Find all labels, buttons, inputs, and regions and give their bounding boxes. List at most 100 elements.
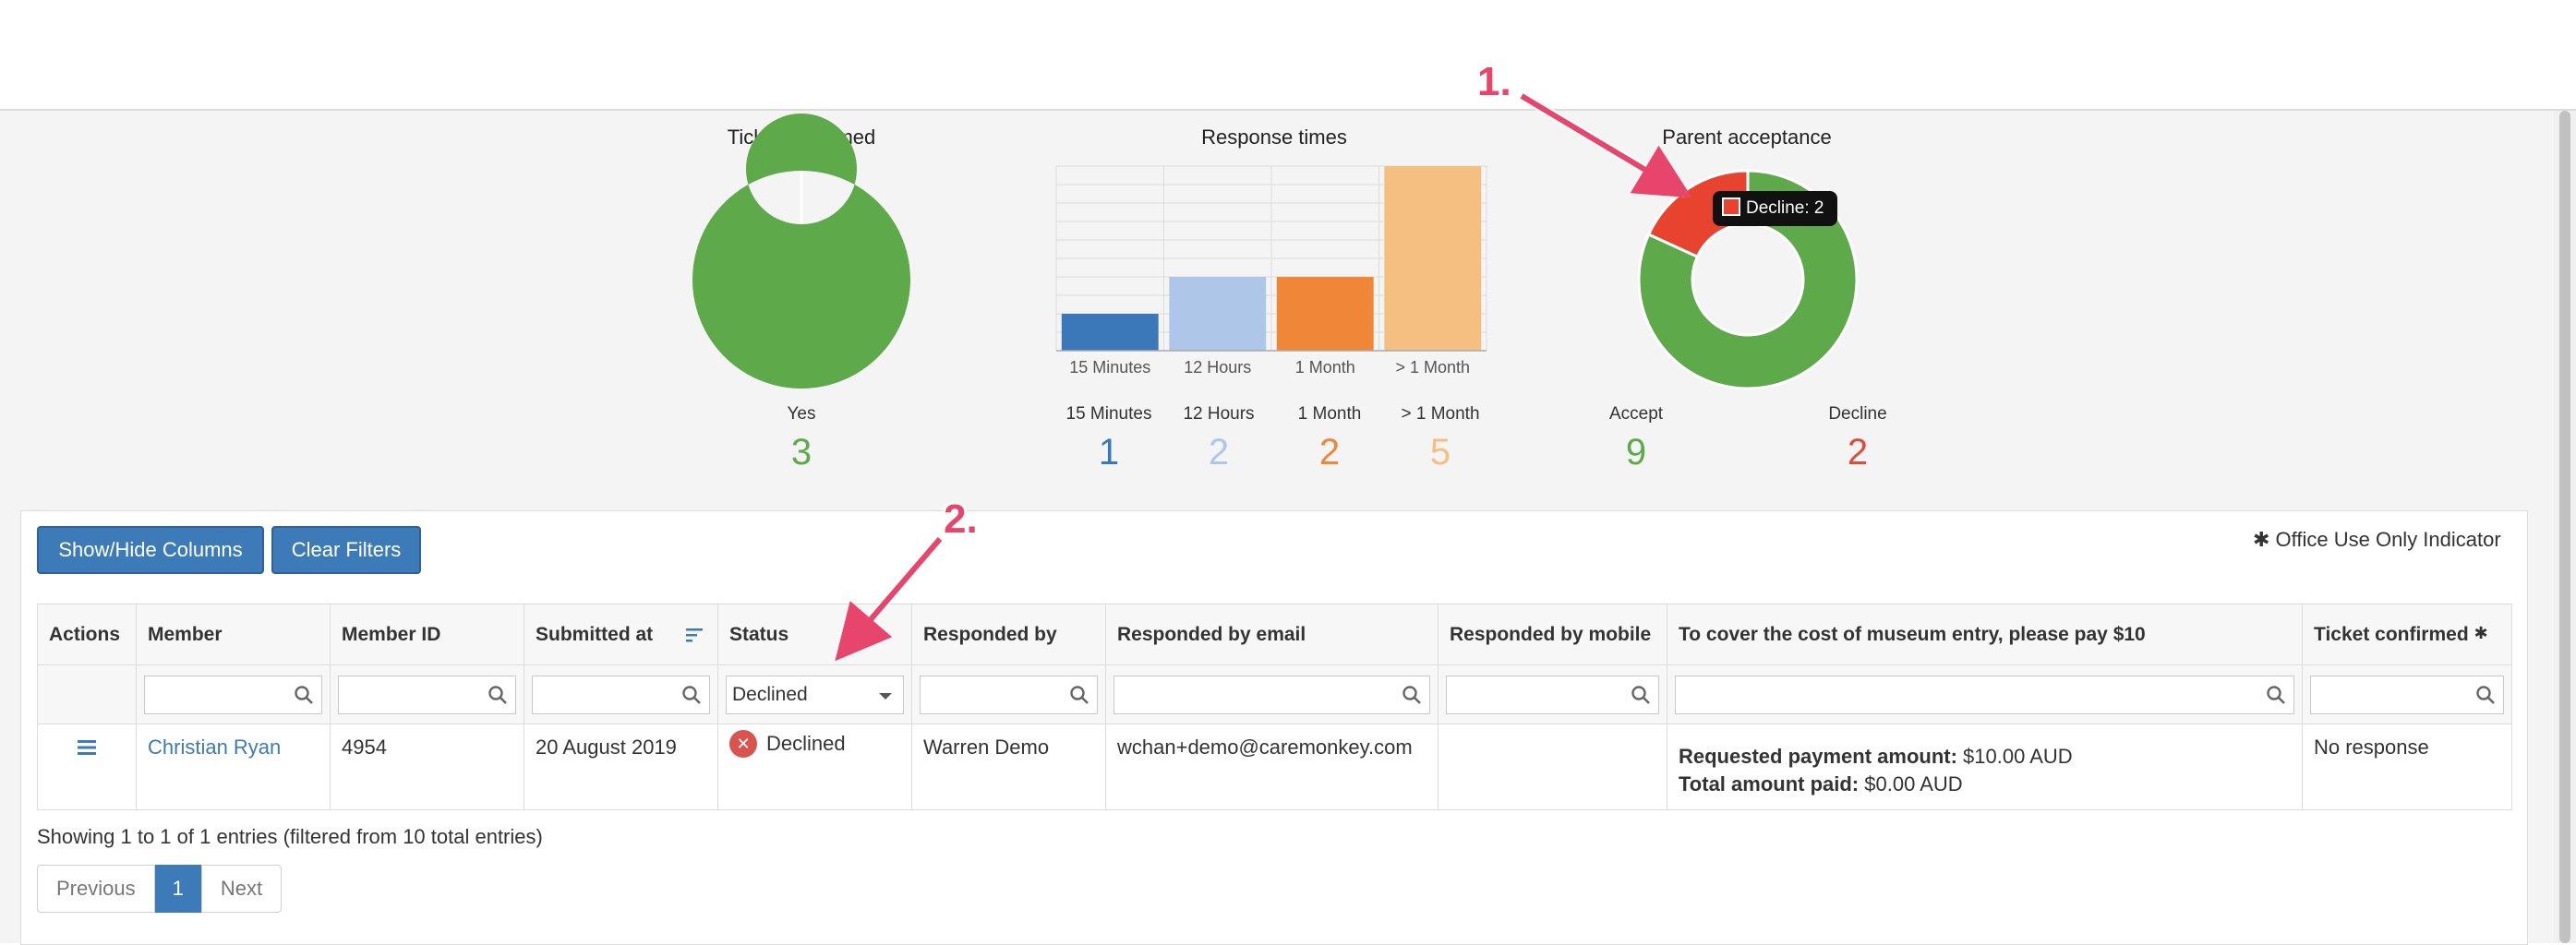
search-icon	[682, 685, 701, 704]
filter-status-select[interactable]: Declined	[726, 675, 904, 714]
payment-requested-label: Requested payment amount:	[1679, 745, 1957, 768]
search-icon	[1631, 685, 1650, 704]
header-responded-by[interactable]: Responded by	[911, 604, 1106, 665]
row-responded-mobile	[1438, 724, 1667, 810]
declined-status-icon: ✕	[729, 730, 757, 758]
filter-member-input[interactable]	[144, 675, 322, 714]
payment-paid-value: $0.00 AUD	[1859, 772, 1963, 795]
header-member[interactable]: Member	[136, 604, 331, 665]
response-summary-label-1: 12 Hours	[1183, 404, 1255, 424]
sort-descending-icon[interactable]	[684, 625, 704, 645]
payment-requested-value: $10.00 AUD	[1956, 745, 2073, 768]
header-museum-payment[interactable]: To cover the cost of museum entry, pleas…	[1667, 604, 2303, 665]
search-icon	[1070, 685, 1089, 704]
row-museum-payment-cell: Requested payment amount: $10.00 AUD Tot…	[1667, 724, 2303, 810]
chevron-down-icon	[879, 692, 892, 700]
annotation-number-1: 1.	[1477, 59, 1511, 104]
response-summary-value-2: 2	[1318, 432, 1341, 472]
scrollbar-thumb[interactable]	[2559, 111, 2570, 943]
header-actions[interactable]: Actions	[37, 604, 137, 665]
header-status[interactable]: Status	[717, 604, 912, 665]
bar-tick-label-0[interactable]: 15 Minutes	[1069, 358, 1150, 377]
accept-label: Accept	[1608, 404, 1664, 424]
row-member-id: 4954	[330, 724, 524, 810]
tooltip-swatch	[1722, 197, 1740, 216]
filter-status-value: Declined	[732, 683, 808, 705]
payment-paid-label: Total amount paid:	[1679, 772, 1860, 795]
response-summary-label-2: 1 Month	[1297, 404, 1362, 424]
filter-member-id-cell	[330, 664, 524, 724]
filter-ticket-cell	[2302, 664, 2512, 724]
decline-value: 2	[1847, 432, 1869, 472]
filter-member-id-input[interactable]	[338, 675, 516, 714]
bar-0[interactable]	[1061, 314, 1159, 351]
member-link[interactable]: Christian Ryan	[148, 736, 281, 759]
ticket-confirmed-yes-value: 3	[790, 432, 813, 472]
bar-tick-label-2[interactable]: 1 Month	[1295, 358, 1355, 377]
filter-responded-by-cell	[911, 664, 1106, 724]
office-use-asterisk-icon: ✱	[2474, 623, 2488, 642]
office-use-indicator: ✱ Office Use Only Indicator	[2253, 528, 2501, 551]
menu-icon[interactable]	[76, 737, 98, 758]
page-scrollbar[interactable]	[2554, 111, 2576, 943]
table-filter-row: Declined	[37, 664, 2512, 724]
row-submitted-at: 20 August 2019	[524, 724, 718, 810]
ticket-confirmed-yes-label: Yes	[787, 404, 816, 424]
filter-responded-mobile-input[interactable]	[1446, 675, 1659, 714]
row-member-cell: Christian Ryan	[136, 724, 331, 810]
top-bar	[0, 0, 2576, 111]
filter-museum-input[interactable]	[1675, 675, 2294, 714]
header-responded-mobile[interactable]: Responded by mobile	[1438, 604, 1667, 665]
bar-tick-label-3[interactable]: > 1 Month	[1395, 358, 1470, 377]
bar-2[interactable]	[1276, 277, 1374, 351]
header-ticket-confirmed-label: Ticket confirmed	[2314, 623, 2469, 645]
filter-member-cell	[136, 664, 331, 724]
filter-status-cell: Declined	[717, 664, 912, 724]
page-1-button[interactable]: 1	[154, 865, 201, 913]
response-summary-value-0: 1	[1098, 432, 1120, 472]
status-badge: Declined	[766, 732, 846, 755]
header-submitted-at[interactable]: Submitted at	[524, 604, 718, 665]
payment-paid-line: Total amount paid: $0.00 AUD	[1679, 771, 2291, 798]
show-hide-columns-button[interactable]: Show/Hide Columns	[37, 526, 264, 574]
filter-submitted-input[interactable]	[532, 675, 710, 714]
response-summary-label-0: 15 Minutes	[1065, 404, 1152, 424]
filter-responded-by-input[interactable]	[920, 675, 1098, 714]
row-ticket-confirmed: No response	[2302, 724, 2512, 810]
decline-label: Decline	[1828, 404, 1887, 424]
payment-requested-line: Requested payment amount: $10.00 AUD	[1679, 743, 2291, 771]
search-icon	[488, 685, 507, 704]
response-times-bar-chart[interactable]: 15 Minutes 12 Hours 1 Month > 1 Month	[1053, 164, 1496, 395]
bar-1[interactable]	[1169, 277, 1267, 351]
row-responded-by: Warren Demo	[911, 724, 1106, 810]
header-responded-email[interactable]: Responded by email	[1105, 604, 1438, 665]
accept-value: 9	[1625, 432, 1647, 472]
next-page-button[interactable]: Next	[200, 865, 283, 913]
filter-actions-cell	[37, 664, 137, 724]
previous-page-button[interactable]: Previous	[37, 865, 155, 913]
row-responded-email: wchan+demo@caremonkey.com	[1105, 724, 1438, 810]
entries-table: Actions Member Member ID Submitted at St…	[37, 604, 2512, 810]
response-times-title: Response times	[1201, 126, 1347, 149]
response-summary-value-3: 5	[1429, 432, 1451, 472]
bar-3[interactable]	[1384, 166, 1482, 351]
search-icon	[1402, 685, 1421, 704]
decline-tooltip: Decline: 2	[1713, 191, 1837, 226]
row-actions-cell	[37, 724, 137, 810]
table-row: Christian Ryan 4954 20 August 2019 ✕ Decl…	[37, 724, 2512, 810]
table-header-row: Actions Member Member ID Submitted at St…	[37, 604, 2512, 665]
parent-acceptance-title: Parent acceptance	[1662, 126, 1832, 149]
header-submitted-at-label: Submitted at	[536, 623, 654, 645]
header-ticket-confirmed[interactable]: Ticket confirmed ✱	[2302, 604, 2512, 665]
header-member-id[interactable]: Member ID	[330, 604, 524, 665]
ticket-confirmed-donut[interactable]	[691, 114, 912, 390]
response-summary-value-1: 2	[1208, 432, 1230, 472]
pagination: Previous 1 Next	[37, 865, 283, 913]
entries-info: Showing 1 to 1 of 1 entries (filtered fr…	[37, 825, 543, 848]
clear-filters-button[interactable]: Clear Filters	[271, 526, 421, 574]
row-status-cell: ✕ Declined	[717, 724, 912, 810]
bar-tick-label-1[interactable]: 12 Hours	[1184, 358, 1251, 377]
search-icon	[2476, 685, 2495, 704]
filter-responded-email-input[interactable]	[1113, 675, 1430, 714]
filter-ticket-input[interactable]	[2310, 675, 2504, 714]
